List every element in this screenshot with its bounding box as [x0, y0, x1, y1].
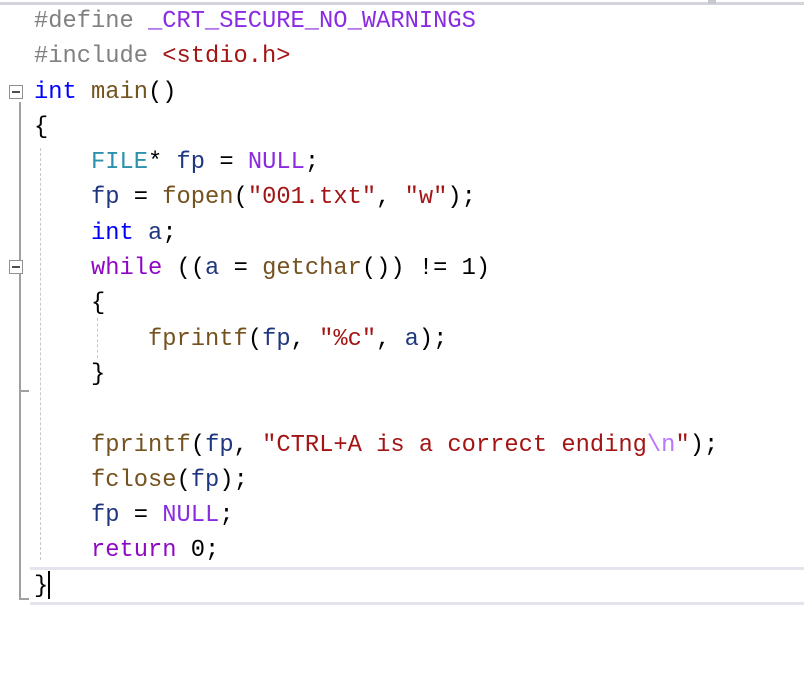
code-line[interactable]: #include <stdio.h>	[34, 39, 718, 74]
token-pp: #define	[34, 8, 149, 35]
token-plain: ()) != 1)	[361, 255, 491, 283]
token-type: FILE	[91, 149, 149, 177]
code-line[interactable]: {	[34, 110, 718, 145]
collapse-main-icon[interactable]	[9, 85, 23, 99]
code-line[interactable]: {	[34, 286, 718, 321]
token-var: fp	[190, 466, 220, 494]
token-fn: fprintf	[91, 431, 191, 459]
code-line[interactable]: while ((a = getchar()) != 1)	[34, 251, 718, 286]
token-plain: =	[119, 184, 163, 212]
code-line[interactable]: FILE* fp = NULL;	[34, 145, 718, 180]
code-line[interactable]: fprintf(fp, "CTRL+A is a correct ending\…	[34, 428, 718, 463]
code-line[interactable]: return 0;	[34, 533, 718, 568]
token-plain: *	[148, 149, 177, 177]
token-var: fp	[176, 149, 206, 177]
token-plain: (	[233, 184, 248, 212]
token-macro: NULL	[162, 502, 220, 530]
token-plain: =	[205, 149, 248, 177]
token-str: "	[675, 431, 690, 459]
token-plain: ,	[376, 184, 405, 212]
token-plain: ,	[290, 325, 320, 353]
token-plain: );	[447, 184, 476, 212]
token-ctrl: while	[91, 255, 163, 283]
token-fn: fprintf	[148, 325, 248, 353]
token-plain: ;	[162, 219, 177, 247]
token-fn: fclose	[91, 466, 177, 494]
token-plain: (	[176, 466, 191, 494]
outline-main-end	[19, 598, 29, 600]
token-macro: NULL	[247, 149, 305, 177]
token-var: a	[205, 255, 220, 283]
code-line[interactable]: int main()	[34, 75, 718, 110]
collapse-while-icon[interactable]	[9, 260, 23, 274]
outline-main	[19, 102, 21, 600]
code-line[interactable]: }	[34, 569, 718, 604]
token-ctrl: return	[91, 537, 177, 565]
token-plain: (	[247, 325, 263, 353]
token-str: "001.txt"	[247, 184, 377, 212]
token-var: fp	[91, 502, 120, 530]
token-plain: }	[34, 572, 49, 600]
token-macro: _CRT_SECURE_NO_WARNINGS	[148, 8, 476, 35]
token-plain: }	[34, 360, 106, 388]
code-line[interactable]: fp = fopen("001.txt", "w");	[34, 180, 718, 215]
token-str: "%c"	[319, 325, 377, 353]
code-line[interactable]: }	[34, 357, 718, 392]
token-plain: );	[219, 466, 248, 494]
code-line[interactable]: int a;	[34, 216, 718, 251]
token-var: a	[404, 325, 419, 353]
outline-while-end	[19, 390, 29, 392]
token-fn: getchar	[262, 255, 362, 283]
token-plain: ((	[162, 255, 206, 283]
token-plain: =	[119, 502, 163, 530]
token-inc: <stdio.h>	[162, 43, 291, 71]
token-plain: );	[418, 325, 448, 353]
token-fn: fopen	[162, 184, 234, 212]
token-plain: ()	[148, 78, 177, 106]
token-plain: =	[219, 255, 263, 283]
token-kw: int	[91, 219, 134, 247]
token-kw: int	[34, 78, 77, 106]
code-line[interactable]: #define _CRT_SECURE_NO_WARNINGS	[34, 4, 718, 39]
token-var: a	[148, 219, 163, 247]
text-caret	[48, 571, 51, 600]
code-line[interactable]: fp = NULL;	[34, 498, 718, 533]
token-esc: \n	[646, 431, 676, 459]
token-plain: {	[34, 290, 106, 318]
token-var: fp	[91, 184, 120, 212]
token-plain: );	[689, 431, 719, 459]
code-line[interactable]: fprintf(fp, "%c", a);	[34, 322, 718, 357]
token-str: "w"	[404, 184, 448, 212]
code-line[interactable]: fclose(fp);	[34, 463, 718, 498]
token-var: fp	[205, 431, 234, 459]
token-plain: ,	[376, 325, 405, 353]
token-plain: ,	[233, 431, 263, 459]
token-plain: {	[34, 113, 49, 141]
token-plain: (	[190, 431, 206, 459]
token-plain: 0;	[176, 537, 220, 565]
token-plain: ;	[219, 502, 234, 530]
token-var: fp	[262, 325, 291, 353]
code-editor[interactable]: #define _CRT_SECURE_NO_WARNINGS #include …	[34, 4, 718, 604]
token-plain: ;	[304, 149, 320, 177]
token-str: "CTRL+A is a correct ending	[262, 431, 647, 459]
token-pp: #include	[34, 43, 163, 71]
token-fn: main	[91, 78, 149, 106]
code-line[interactable]	[34, 392, 718, 427]
